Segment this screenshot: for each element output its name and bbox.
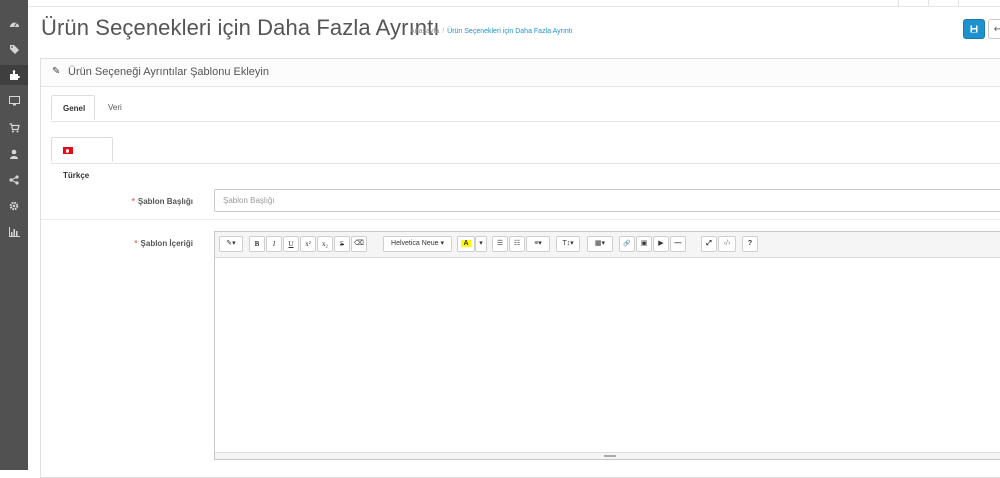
template-title-input[interactable] <box>214 189 1000 212</box>
tab-language-turkce[interactable]: Türkçe <box>51 137 113 180</box>
bold-button[interactable]: B <box>249 236 265 252</box>
link-button[interactable]: 🔗 <box>619 236 635 252</box>
pencil-icon: ✎ <box>52 66 61 77</box>
turkey-flag-icon <box>63 147 73 154</box>
user-icon[interactable] <box>0 144 28 164</box>
subscript-button[interactable]: x₂ <box>317 236 333 252</box>
tab-veri[interactable]: Veri <box>97 95 137 120</box>
editor-content-area[interactable] <box>215 257 1000 453</box>
left-sidebar <box>0 0 28 470</box>
panel-title: Ürün Seçeneği Ayrıntılar Şablonu Ekleyin <box>68 66 269 78</box>
floppy-icon <box>970 25 978 33</box>
breadcrumb-current-link[interactable]: Ürün Seçenekleri için Daha Fazla Ayrıntı <box>447 28 573 35</box>
template-title-row: * Şablon Başlığı <box>41 187 1000 220</box>
breadcrumb-separator: / <box>442 28 445 35</box>
dashboard-icon[interactable] <box>0 13 28 33</box>
puzzle-icon[interactable] <box>0 65 28 85</box>
resize-grip-icon <box>604 455 616 457</box>
save-button[interactable] <box>963 19 985 39</box>
page-header: Ürün Seçenekleri için Daha Fazla Ayrıntı… <box>28 7 1000 57</box>
link-icon: 🔗 <box>623 241 631 247</box>
breadcrumb-home-link[interactable]: Anasayfa <box>410 28 439 35</box>
panel-heading: ✎ Ürün Seçeneği Ayrıntılar Şablonu Ekley… <box>41 59 1000 87</box>
tab-genel[interactable]: Genel <box>51 95 95 120</box>
video-button[interactable]: ▶ <box>653 236 669 252</box>
font-family-dropdown[interactable]: Helvetica Neue ▾ <box>383 236 452 252</box>
header-divider <box>928 0 929 6</box>
editor-resize-bar[interactable] <box>215 452 1000 459</box>
content-panel: ✎ Ürün Seçeneği Ayrıntılar Şablonu Ekley… <box>40 58 1000 478</box>
text-color-button[interactable]: A <box>457 236 475 252</box>
reply-icon: ↩ <box>993 23 1000 35</box>
template-content-row: * Şablon İçeriği ✎▾ B I U x² x₂ S ⌫ Helve… <box>41 229 1000 469</box>
template-title-label: * Şablon Başlığı <box>131 197 193 206</box>
line-height-dropdown[interactable]: T↕▾ <box>556 236 580 252</box>
fullscreen-button[interactable]: ⤢ <box>701 236 717 252</box>
cart-icon[interactable] <box>0 118 28 138</box>
language-label: Türkçe <box>63 171 90 180</box>
superscript-button[interactable]: x² <box>300 236 316 252</box>
header-divider <box>898 0 899 6</box>
eraser-button[interactable]: ⌫ <box>351 236 367 252</box>
strikethrough-button[interactable]: S <box>334 236 350 252</box>
share-icon[interactable] <box>0 170 28 190</box>
unordered-list-button[interactable]: ☰ <box>492 236 508 252</box>
desktop-icon[interactable] <box>0 91 28 111</box>
text-color-dropdown[interactable]: ▾ <box>475 236 487 252</box>
cog-icon[interactable] <box>0 196 28 216</box>
back-button[interactable]: ↩ <box>988 19 1000 39</box>
template-content-label: * Şablon İçeriği <box>134 239 193 248</box>
editor-toolbar: ✎▾ B I U x² x₂ S ⌫ Helvetica Neue ▾ A ▾ … <box>215 232 1000 258</box>
header-divider <box>958 0 959 6</box>
code-view-button[interactable]: ‹/› <box>718 236 736 252</box>
bar-chart-icon[interactable] <box>0 222 28 242</box>
language-tabs: Türkçe <box>51 137 1000 180</box>
table-dropdown[interactable]: ▦▾ <box>587 236 613 252</box>
underline-button[interactable]: U <box>283 236 299 252</box>
breadcrumb: Anasayfa / Ürün Seçenekleri için Daha Fazl… <box>410 28 573 35</box>
rich-text-editor: ✎▾ B I U x² x₂ S ⌫ Helvetica Neue ▾ A ▾ … <box>214 231 1000 460</box>
help-button[interactable]: ? <box>742 236 758 252</box>
italic-button[interactable]: I <box>266 236 282 252</box>
image-button[interactable]: ▣ <box>636 236 652 252</box>
paragraph-dropdown[interactable]: ≡▾ <box>526 236 550 252</box>
style-dropdown-button[interactable]: ✎▾ <box>219 236 243 252</box>
main-tabs: Genel Veri <box>51 95 1000 122</box>
top-header-bar <box>28 0 1000 7</box>
tags-icon[interactable] <box>0 39 28 59</box>
ordered-list-button[interactable]: ☷ <box>509 236 525 252</box>
horizontal-rule-button[interactable]: — <box>670 236 686 252</box>
page-title: Ürün Seçenekleri için Daha Fazla Ayrıntı <box>41 15 440 40</box>
